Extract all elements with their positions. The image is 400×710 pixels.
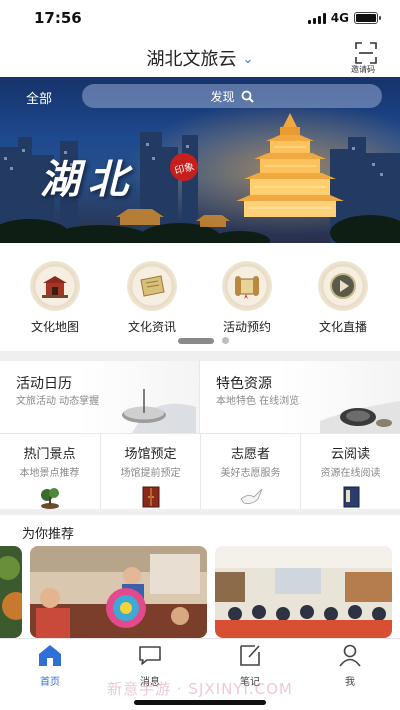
network-type: 4G xyxy=(330,11,349,25)
discover-search-bar[interactable]: 发现 xyxy=(82,84,382,108)
invite-code-label: 邀请码 xyxy=(351,65,375,74)
card-subtitle: 本地特色 在线浏览 xyxy=(216,396,300,407)
quick-link-event-booking[interactable]: 活动预约 xyxy=(212,261,282,335)
chevron-down-icon: ⌄ xyxy=(242,52,254,67)
quick-link-label: 文化直播 xyxy=(318,320,367,334)
recommend-card[interactable] xyxy=(215,546,392,638)
scroll-book-icon xyxy=(222,261,272,311)
quick-link-label: 文化资讯 xyxy=(127,320,176,334)
ink-stone-icon xyxy=(320,401,400,433)
quick-link-culture-live[interactable]: 文化直播 xyxy=(308,261,378,335)
home-icon xyxy=(39,645,61,666)
dove-icon xyxy=(239,488,262,504)
top-nav: 湖北文旅云 ⌄ 邀请码 xyxy=(0,36,400,77)
recommend-photo xyxy=(0,546,22,638)
recommend-section-title: 为你推荐 xyxy=(22,527,75,542)
card-subtitle: 美好志愿服务 xyxy=(220,468,281,479)
card-subtitle: 本地景点推荐 xyxy=(19,468,80,479)
signal-icon xyxy=(307,12,326,24)
play-icon xyxy=(318,261,368,311)
note-icon xyxy=(240,645,260,666)
watermark: 新意手游 · SJXINYI.COM xyxy=(107,680,293,698)
quick-link-culture-news[interactable]: 文化资讯 xyxy=(117,261,187,335)
search-icon xyxy=(241,90,254,103)
page-dot-active xyxy=(178,337,214,344)
quick-link-label: 活动预约 xyxy=(222,320,271,334)
card-subtitle: 文旅活动 动态掌握 xyxy=(16,396,100,407)
card-title: 特色资源 xyxy=(216,376,272,392)
volunteer-card[interactable]: 志愿者 美好志愿服务 xyxy=(201,434,300,509)
card-subtitle: 场馆提前预定 xyxy=(120,468,181,479)
divider xyxy=(0,351,400,361)
map-building-icon xyxy=(30,261,80,311)
user-icon xyxy=(339,644,361,667)
scroll-icon xyxy=(127,261,177,311)
recommend-card[interactable] xyxy=(30,546,207,638)
invite-code-button[interactable]: 邀请码 xyxy=(351,42,380,75)
discover-label: 发现 xyxy=(210,89,235,104)
sundial-icon xyxy=(122,389,196,433)
battery-icon xyxy=(354,12,381,24)
home-indicator xyxy=(134,700,266,705)
card-title: 云阅读 xyxy=(330,447,370,462)
venue-booking-card[interactable]: 场馆预定 场馆提前预定 xyxy=(101,434,200,509)
status-bar: 17:56 4G xyxy=(0,0,400,36)
card-title: 活动日历 xyxy=(16,376,72,392)
page-indicator xyxy=(178,337,229,344)
category-all-button[interactable]: 全部 xyxy=(26,88,52,107)
divider xyxy=(0,509,400,515)
hot-attractions-card[interactable]: 热门景点 本地景点推荐 xyxy=(0,434,99,509)
recommend-photo xyxy=(215,546,392,638)
recommend-photo xyxy=(30,546,207,638)
card-title: 场馆预定 xyxy=(124,447,177,462)
bonsai-icon xyxy=(40,488,59,509)
hero-banner[interactable]: 全部 发现 湖北 印象 xyxy=(0,77,400,243)
message-icon xyxy=(139,646,161,665)
status-time: 17:56 xyxy=(34,9,82,27)
recommend-card-partial[interactable] xyxy=(0,546,22,638)
card-title: 志愿者 xyxy=(230,447,270,462)
app-title: 湖北文旅云 xyxy=(146,49,237,70)
quick-links: 文化地图 文化资讯 活动预约 文化直播 xyxy=(0,243,400,351)
cloud-reading-card[interactable]: 云阅读 资源在线阅读 xyxy=(301,434,400,509)
card-title: 热门景点 xyxy=(23,447,76,462)
quick-link-culture-map[interactable]: 文化地图 xyxy=(20,261,90,335)
banner-calligraphy: 湖北 xyxy=(40,156,136,203)
scan-icon xyxy=(355,42,377,64)
book-icon xyxy=(343,486,359,508)
page-dot xyxy=(222,337,229,344)
card-subtitle: 资源在线阅读 xyxy=(320,468,381,479)
region-selector[interactable]: 湖北文旅云 ⌄ xyxy=(0,45,400,71)
activity-calendar-card[interactable]: 活动日历 文旅活动 动态掌握 xyxy=(0,361,199,433)
quick-link-label: 文化地图 xyxy=(30,320,79,334)
cabinet-icon xyxy=(142,486,159,508)
featured-resources-card[interactable]: 特色资源 本地特色 在线浏览 xyxy=(200,361,400,433)
status-indicators: 4G xyxy=(307,11,381,25)
